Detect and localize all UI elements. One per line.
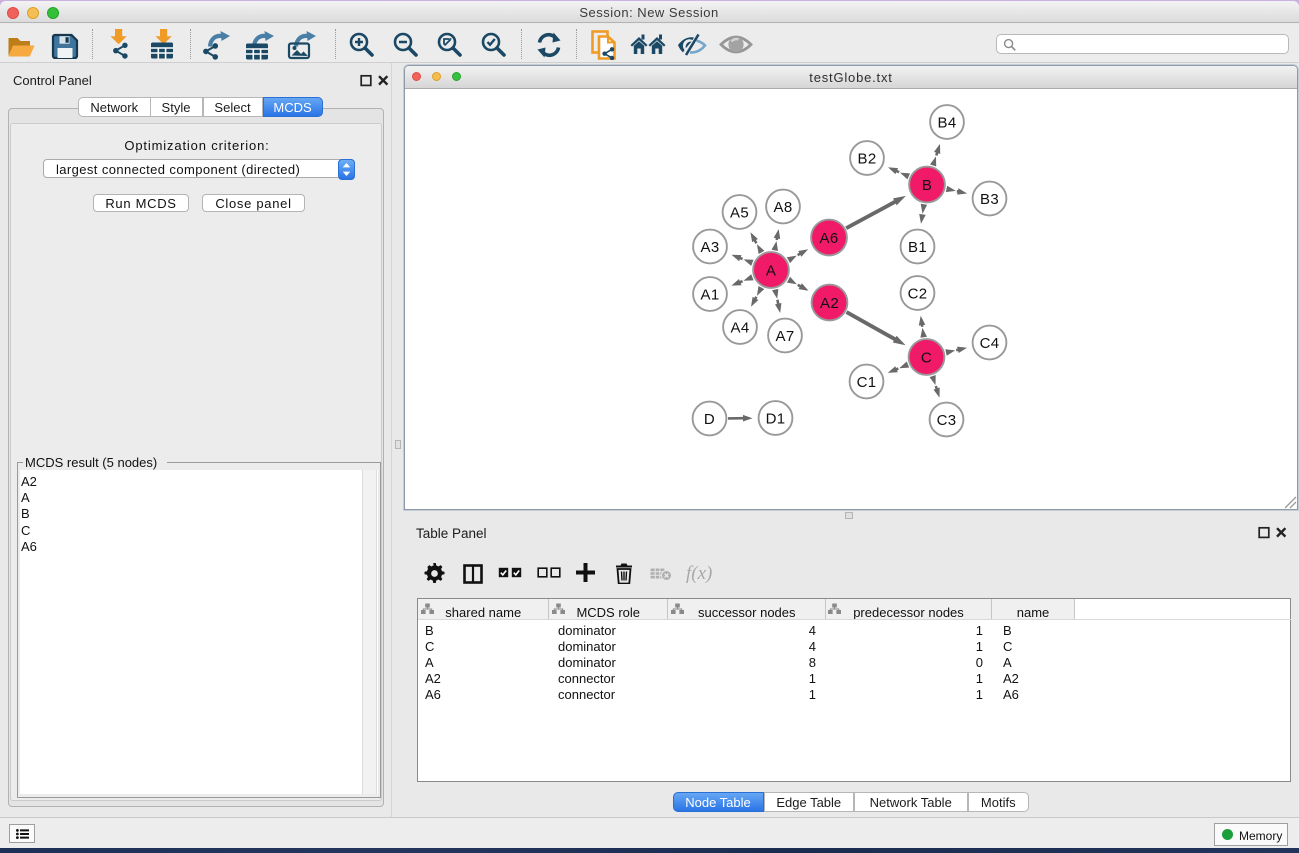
svg-text:A7: A7 xyxy=(776,328,795,345)
svg-text:A4: A4 xyxy=(731,319,750,336)
svg-text:D: D xyxy=(704,411,715,428)
svg-text:B4: B4 xyxy=(938,114,957,131)
svg-text:C: C xyxy=(921,349,932,366)
svg-text:A5: A5 xyxy=(730,204,749,221)
svg-text:A3: A3 xyxy=(701,239,720,256)
svg-text:C3: C3 xyxy=(937,412,957,429)
svg-text:C4: C4 xyxy=(980,335,1000,352)
svg-text:A8: A8 xyxy=(774,199,793,216)
svg-text:C1: C1 xyxy=(857,374,877,391)
svg-text:A6: A6 xyxy=(820,230,839,247)
svg-text:B2: B2 xyxy=(858,150,877,167)
svg-text:B: B xyxy=(922,177,932,194)
svg-text:B1: B1 xyxy=(908,239,927,256)
svg-text:A: A xyxy=(766,262,776,279)
svg-text:D1: D1 xyxy=(766,410,786,427)
svg-text:A2: A2 xyxy=(820,295,839,312)
svg-text:C2: C2 xyxy=(908,285,928,302)
svg-text:A1: A1 xyxy=(701,286,720,303)
svg-text:B3: B3 xyxy=(980,191,999,208)
